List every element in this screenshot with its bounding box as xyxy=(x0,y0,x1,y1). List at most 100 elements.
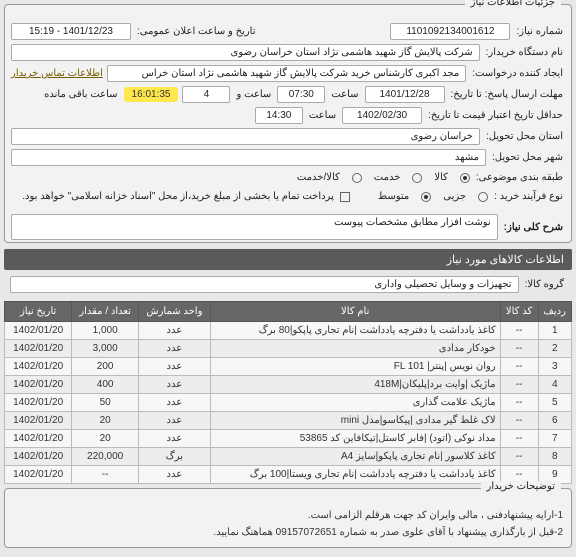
radio-goods-service[interactable] xyxy=(352,173,362,183)
cell-name: کاغذ یادداشت یا دفترچه یادداشت |نام تجار… xyxy=(210,466,500,484)
th-date: تاریخ نیاز xyxy=(5,302,72,322)
items-table-header-row: ردیف کد کالا نام کالا واحد شمارش تعداد /… xyxy=(5,302,572,322)
table-row: 8--کاغذ کلاسور |نام تجاری پاپکو|سایز A4ب… xyxy=(5,448,572,466)
category-radio-group: کالا خدمت کالا/خدمت xyxy=(295,170,470,185)
cell-date: 1402/01/20 xyxy=(5,448,72,466)
table-row: 4--ماژیک |وایت برد|پلیکان|418Mعدد4001402… xyxy=(5,376,572,394)
cell-code: -- xyxy=(500,322,538,340)
cell-qty: 20 xyxy=(72,412,139,430)
deadline-time-label: ساعت xyxy=(329,87,360,102)
need-number-label: شماره نیاز: xyxy=(514,24,565,39)
table-row: 5--ماژیک علامت گذاریعدد501402/01/20 xyxy=(5,394,572,412)
cell-unit: عدد xyxy=(139,466,211,484)
requester-label: ایجاد کننده درخواست: xyxy=(470,66,565,81)
remaining-suffix: ساعت باقی مانده xyxy=(42,87,119,102)
radio-pt-medium[interactable] xyxy=(421,192,431,202)
cell-date: 1402/01/20 xyxy=(5,358,72,376)
buyer-org-label: نام دستگاه خریدار: xyxy=(484,45,565,60)
th-unit: واحد شمارش xyxy=(139,302,211,322)
items-table: ردیف کد کالا نام کالا واحد شمارش تعداد /… xyxy=(4,301,572,484)
purchase-type-label: نوع فرآیند خرید : xyxy=(492,189,565,204)
note-line-1: 1-ارایه پیشنهادفنی ، مالی وایران کد جهت … xyxy=(13,507,563,524)
cell-qty: 200 xyxy=(72,358,139,376)
cell-qty: 400 xyxy=(72,376,139,394)
cell-row: 7 xyxy=(538,430,571,448)
table-row: 7--مداد نوکی (اتود) |فابر کاستل|تیکافاین… xyxy=(5,430,572,448)
cell-row: 8 xyxy=(538,448,571,466)
cell-date: 1402/01/20 xyxy=(5,340,72,358)
cell-date: 1402/01/20 xyxy=(5,322,72,340)
cell-qty: 3,000 xyxy=(72,340,139,358)
notes-panel: توضیحات خریدار 1-ارایه پیشنهادفنی ، مالی… xyxy=(4,488,572,548)
details-panel: جزئیات اطلاعات نیاز شماره نیاز: 11010921… xyxy=(4,4,572,243)
province-label: استان محل تحویل: xyxy=(484,129,565,144)
cell-code: -- xyxy=(500,412,538,430)
radio-goods-label: کالا xyxy=(432,170,450,185)
treasury-checkbox[interactable] xyxy=(340,192,350,202)
table-row: 3--روان نویس |پنتر| FL 101عدد2001402/01/… xyxy=(5,358,572,376)
cell-code: -- xyxy=(500,376,538,394)
cell-code: -- xyxy=(500,394,538,412)
need-number-field: 1101092134001612 xyxy=(390,23,510,40)
radio-pt-medium-label: متوسط xyxy=(376,189,411,204)
cell-code: -- xyxy=(500,430,538,448)
purchase-type-group: جزیی متوسط xyxy=(376,189,488,204)
cell-name: لاک غلط گیر مدادی |پیکاسو|مدل mini xyxy=(210,412,500,430)
radio-service[interactable] xyxy=(412,173,422,183)
cell-unit: عدد xyxy=(139,340,211,358)
buyer-org-field: شرکت پالایش گاز شهید هاشمی نژاد استان خر… xyxy=(11,44,480,61)
desc-field: نوشت افزار مطابق مشخصات پیوست xyxy=(11,214,498,240)
treasury-note: پرداخت تمام یا بخشی از مبلغ خرید،از محل … xyxy=(20,189,336,204)
cell-qty: 220,000 xyxy=(72,448,139,466)
table-row: 6--لاک غلط گیر مدادی |پیکاسو|مدل miniعدد… xyxy=(5,412,572,430)
cell-name: ماژیک علامت گذاری xyxy=(210,394,500,412)
notes-panel-title: توضیحات خریدار xyxy=(481,481,562,492)
credit-time-label: ساعت xyxy=(307,108,338,123)
cell-name: مداد نوکی (اتود) |فابر کاستل|تیکافاین کد… xyxy=(210,430,500,448)
cell-unit: عدد xyxy=(139,394,211,412)
cell-name: کاغذ یادداشت یا دفترچه یادداشت |نام تجار… xyxy=(210,322,500,340)
cell-date: 1402/01/20 xyxy=(5,430,72,448)
group-label: گروه کالا: xyxy=(523,277,566,292)
credit-label: حداقل تاریخ اعتبار قیمت تا تاریخ: xyxy=(426,108,565,123)
remaining-pre-label: ساعت و xyxy=(234,87,273,102)
radio-service-label: خدمت xyxy=(372,170,403,185)
cell-unit: عدد xyxy=(139,412,211,430)
radio-pt-small[interactable] xyxy=(478,192,488,202)
table-row: 1--کاغذ یادداشت یا دفترچه یادداشت |نام ت… xyxy=(5,322,572,340)
remaining-badge: 16:01:35 xyxy=(124,87,179,102)
cell-date: 1402/01/20 xyxy=(5,394,72,412)
deadline-date-field: 1401/12/28 xyxy=(365,86,445,103)
deadline-label: مهلت ارسال پاسخ: تا تاریخ: xyxy=(449,87,565,102)
th-code: کد کالا xyxy=(500,302,538,322)
cell-date: 1402/01/20 xyxy=(5,412,72,430)
cell-code: -- xyxy=(500,358,538,376)
cell-row: 3 xyxy=(538,358,571,376)
cell-qty: 1,000 xyxy=(72,322,139,340)
cell-name: کاغذ کلاسور |نام تجاری پاپکو|سایز A4 xyxy=(210,448,500,466)
radio-goods[interactable] xyxy=(460,173,470,183)
desc-label: شرح کلی نیاز: xyxy=(502,220,565,235)
radio-pt-small-label: جزیی xyxy=(441,189,468,204)
contact-link[interactable]: اطلاعات تماس خریدار xyxy=(11,68,103,79)
cell-row: 1 xyxy=(538,322,571,340)
cell-name: روان نویس |پنتر| FL 101 xyxy=(210,358,500,376)
th-row: ردیف xyxy=(538,302,571,322)
announce-date-field: 1401/12/23 - 15:19 xyxy=(11,23,131,40)
group-field: تجهیزات و وسایل تحصیلی واداری xyxy=(10,276,519,293)
cell-date: 1402/01/20 xyxy=(5,466,72,484)
items-section-title: اطلاعات کالاهای مورد نیاز xyxy=(4,249,572,270)
category-label: طبقه بندی موضوعی: xyxy=(474,170,565,185)
cell-unit: عدد xyxy=(139,430,211,448)
cell-unit: برگ xyxy=(139,448,211,466)
cell-date: 1402/01/20 xyxy=(5,376,72,394)
cell-name: ماژیک |وایت برد|پلیکان|418M xyxy=(210,376,500,394)
cell-qty: -- xyxy=(72,466,139,484)
th-qty: تعداد / مقدار xyxy=(72,302,139,322)
deadline-time-field: 07:30 xyxy=(277,86,325,103)
cell-unit: عدد xyxy=(139,376,211,394)
details-panel-title: جزئیات اطلاعات نیاز xyxy=(465,0,561,8)
cell-code: -- xyxy=(500,340,538,358)
city-field: مشهد xyxy=(11,149,486,166)
cell-unit: عدد xyxy=(139,322,211,340)
